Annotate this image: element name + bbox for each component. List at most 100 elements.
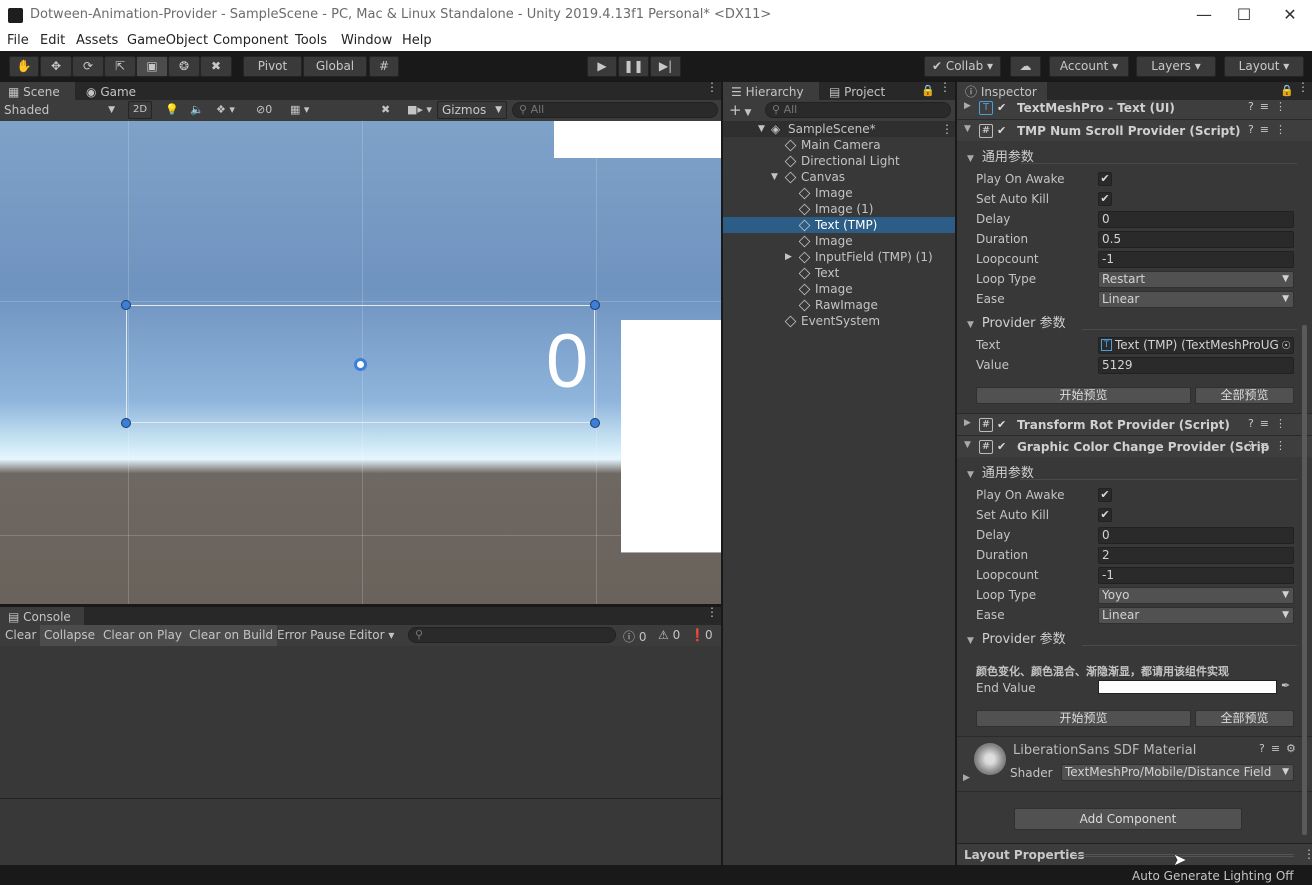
menu-help[interactable]: Help	[402, 33, 432, 48]
component-graphic-color[interactable]: ▼ # ✔ Graphic Color Change Provider (Scr…	[957, 435, 1312, 457]
console-warn-filter[interactable]: ⚠ 0	[658, 628, 680, 642]
snap-icon[interactable]: #	[369, 56, 399, 77]
hierarchy-item[interactable]: Text (TMP)	[723, 217, 955, 233]
hierarchy-item[interactable]: Image	[723, 233, 955, 249]
grid-toggle-icon[interactable]: ▦ ▾	[290, 103, 309, 116]
layout-dropdown[interactable]: Layout ▾	[1224, 56, 1304, 77]
component-header-icons[interactable]: ?≡⋮	[1248, 100, 1292, 113]
end-value-color-field[interactable]	[1098, 680, 1277, 694]
mode-2d-toggle[interactable]: 2D	[128, 101, 152, 119]
console-clear-button[interactable]: Clear	[5, 628, 36, 642]
foldout-arrow-icon[interactable]: ▶	[785, 249, 792, 265]
scene-menu-icon[interactable]: ⋮	[941, 121, 953, 137]
foldout-arrow-icon[interactable]: ▼	[771, 169, 778, 185]
section-provider[interactable]: ▼ Provider 参数	[967, 628, 1066, 647]
hierarchy-item[interactable]: Image	[723, 185, 955, 201]
hierarchy-item[interactable]: Text	[723, 265, 955, 281]
shader-dropdown[interactable]: TextMeshPro/Mobile/Distance Field ▼	[1061, 764, 1294, 781]
tab-hierarchy[interactable]: ☰ Hierarchy	[723, 82, 819, 102]
inspector-menu-icon[interactable]: ⋮	[1297, 81, 1309, 93]
ease-dropdown[interactable]: Linear ▼	[1098, 607, 1294, 624]
hierarchy-item[interactable]: Image (1)	[723, 201, 955, 217]
component-transform-rot[interactable]: ▶ # ✔ Transform Rot Provider (Script) ?≡…	[957, 413, 1312, 435]
set-auto-kill-checkbox[interactable]: ✔	[1098, 508, 1112, 522]
tab-game[interactable]: ◉ Game	[78, 82, 148, 102]
pivot-toggle[interactable]: Pivot	[243, 56, 302, 77]
scene-row[interactable]: ▼ ◈ SampleScene* ⋮	[723, 121, 955, 137]
duration-field[interactable]: 2	[1098, 547, 1294, 564]
ease-dropdown[interactable]: Linear ▼	[1098, 291, 1294, 308]
enabled-checkbox[interactable]: ✔	[997, 418, 1010, 431]
eyedropper-icon[interactable]: ✒	[1281, 679, 1290, 692]
hierarchy-menu-icon[interactable]: ⋮	[939, 81, 951, 93]
close-button[interactable]: ✕	[1278, 4, 1302, 26]
set-auto-kill-checkbox[interactable]: ✔	[1098, 192, 1112, 206]
tools-icon[interactable]: ✖	[381, 103, 390, 116]
tab-project[interactable]: ▤ Project	[821, 82, 901, 102]
play-on-awake-checkbox[interactable]: ✔	[1098, 488, 1112, 502]
delay-field[interactable]: 0	[1098, 211, 1294, 228]
hierarchy-item[interactable]: EventSystem	[723, 313, 955, 329]
menu-gameobject[interactable]: GameObject	[127, 33, 208, 48]
hierarchy-item[interactable]: ▼ Canvas	[723, 169, 955, 185]
material-header-icons[interactable]: ?≡⚙	[1259, 742, 1302, 755]
all-preview-button[interactable]: 全部预览	[1195, 710, 1294, 727]
foldout-arrow-icon[interactable]: ▼	[964, 440, 971, 450]
layout-properties-menu-icon[interactable]: ⋮	[1303, 847, 1312, 861]
start-preview-button[interactable]: 开始预览	[976, 710, 1191, 727]
menu-file[interactable]: File	[7, 33, 29, 48]
menu-edit[interactable]: Edit	[40, 33, 65, 48]
loop-type-dropdown[interactable]: Restart ▼	[1098, 271, 1294, 288]
object-picker-icon[interactable]: ☉	[1281, 338, 1291, 353]
loopcount-field[interactable]: -1	[1098, 251, 1294, 268]
create-dropdown[interactable]: + ▼	[729, 101, 751, 119]
console-clear-on-play-button[interactable]: Clear on Play	[99, 625, 186, 646]
console-info-filter[interactable]: ⓘ 0	[623, 628, 646, 645]
console-error-filter[interactable]: ❗0	[690, 628, 713, 642]
hand-tool-icon[interactable]: ✋	[9, 56, 39, 77]
console-error-pause-button[interactable]: Error Pause	[277, 628, 345, 642]
component-header-icons[interactable]: ?≡⋮	[1248, 417, 1292, 430]
console-search-input[interactable]: ⚲	[408, 627, 616, 643]
value-field[interactable]: 5129	[1098, 357, 1294, 374]
step-button[interactable]: ▶|	[650, 56, 681, 77]
all-preview-button[interactable]: 全部预览	[1195, 387, 1294, 404]
tab-inspector[interactable]: ⓘ Inspector	[957, 82, 1047, 102]
camera-icon[interactable]: ■▸ ▾	[407, 103, 432, 116]
component-textmeshpro[interactable]: ▶ T ✔ TextMeshPro - Text (UI) ?≡⋮	[957, 100, 1312, 119]
cloud-icon[interactable]: ☁	[1010, 56, 1041, 77]
collab-dropdown[interactable]: ✔ Collab ▾	[924, 56, 1001, 77]
foldout-arrow-icon[interactable]: ▶	[964, 418, 971, 428]
layout-properties-bar[interactable]: Layout Properties ⋮	[957, 843, 1312, 865]
rect-handle-tl[interactable]	[121, 300, 131, 310]
lighting-toggle-icon[interactable]: 💡	[165, 103, 179, 116]
layers-dropdown[interactable]: Layers ▾	[1136, 56, 1216, 77]
component-header-icons[interactable]: ?≡⋮	[1248, 439, 1292, 452]
hierarchy-item[interactable]: RawImage	[723, 297, 955, 313]
gizmos-dropdown[interactable]: Gizmos ▼	[437, 101, 507, 119]
foldout-arrow-icon[interactable]: ▼	[964, 124, 971, 134]
lock-icon[interactable]: 🔒	[921, 84, 935, 97]
inspector-scrollbar-thumb[interactable]	[1302, 325, 1307, 835]
menu-window[interactable]: Window	[341, 33, 392, 48]
menu-tools[interactable]: Tools	[295, 33, 327, 48]
duration-field[interactable]: 0.5	[1098, 231, 1294, 248]
component-tmp-num-scroll[interactable]: ▼ # ✔ TMP Num Scroll Provider (Script) ?…	[957, 119, 1312, 141]
foldout-arrow-icon[interactable]: ▶	[964, 101, 971, 111]
rect-tool-icon[interactable]: ▣	[136, 56, 168, 77]
rect-handle-bl[interactable]	[121, 418, 131, 428]
hierarchy-item[interactable]: Directional Light	[723, 153, 955, 169]
rect-handle-br[interactable]	[590, 418, 600, 428]
hierarchy-item[interactable]: Image	[723, 281, 955, 297]
console-editor-dropdown[interactable]: Editor ▾	[349, 628, 394, 642]
scene-search-input[interactable]: ⚲ All	[512, 102, 718, 118]
hierarchy-item[interactable]: ▶ InputField (TMP) (1)	[723, 249, 955, 265]
pause-button[interactable]: ❚❚	[618, 56, 649, 77]
text-object-field[interactable]: T Text (TMP) (TextMeshProUG ☉	[1098, 337, 1294, 354]
transform-tool-icon[interactable]: ❂	[168, 56, 200, 77]
enabled-checkbox[interactable]: ✔	[997, 440, 1010, 453]
hidden-objects-toggle[interactable]: ⊘0	[256, 103, 272, 116]
maximize-button[interactable]: ☐	[1232, 4, 1256, 26]
effects-toggle-icon[interactable]: ❖ ▾	[216, 103, 235, 116]
minimize-button[interactable]: —	[1192, 4, 1216, 26]
